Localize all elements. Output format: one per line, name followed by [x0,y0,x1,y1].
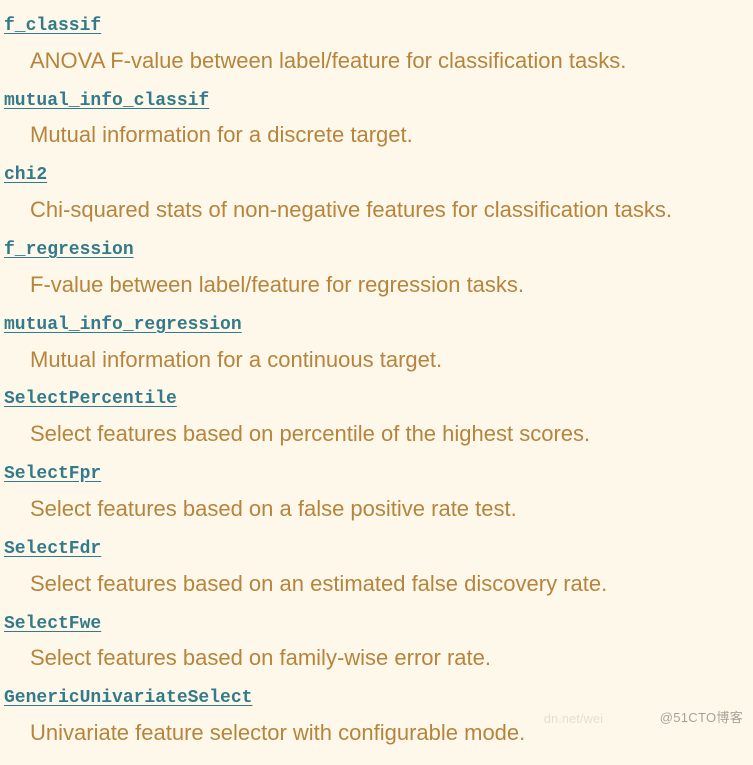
term-description: Univariate feature selector with configu… [4,717,749,749]
term-link[interactable]: GenericUnivariateSelect [4,684,749,713]
list-item: f_classif ANOVA F-value between label/fe… [4,12,749,77]
term-link[interactable]: chi2 [4,161,749,190]
term-link[interactable]: SelectFwe [4,610,749,639]
term-description: Select features based on family-wise err… [4,642,749,674]
watermark: @51CTO博客 [660,707,743,726]
list-item: chi2 Chi-squared stats of non-negative f… [4,161,749,226]
definition-list: f_classif ANOVA F-value between label/fe… [0,0,753,765]
list-item: SelectFdr Select features based on an es… [4,535,749,600]
term-link[interactable]: SelectFdr [4,535,749,564]
term-link[interactable]: mutual_info_regression [4,311,749,340]
term-description: F-value between label/feature for regres… [4,269,749,301]
list-item: GenericUnivariateSelect Univariate featu… [4,684,749,749]
term-description: Select features based on a false positiv… [4,493,749,525]
term-description: ANOVA F-value between label/feature for … [4,45,749,77]
watermark-faint: dn.net/wei [544,711,603,726]
term-description: Select features based on an estimated fa… [4,568,749,600]
list-item: SelectFpr Select features based on a fal… [4,460,749,525]
list-item: mutual_info_regression Mutual informatio… [4,311,749,376]
term-link[interactable]: SelectFpr [4,460,749,489]
term-description: Mutual information for a continuous targ… [4,344,749,376]
term-link[interactable]: SelectPercentile [4,385,749,414]
term-link[interactable]: f_classif [4,12,749,41]
term-description: Select features based on percentile of t… [4,418,749,450]
term-link[interactable]: f_regression [4,236,749,265]
list-item: f_regression F-value between label/featu… [4,236,749,301]
list-item: SelectFwe Select features based on famil… [4,610,749,675]
term-description: Mutual information for a discrete target… [4,119,749,151]
term-link[interactable]: mutual_info_classif [4,87,749,116]
list-item: SelectPercentile Select features based o… [4,385,749,450]
term-description: Chi-squared stats of non-negative featur… [4,194,749,226]
list-item: mutual_info_classif Mutual information f… [4,87,749,152]
